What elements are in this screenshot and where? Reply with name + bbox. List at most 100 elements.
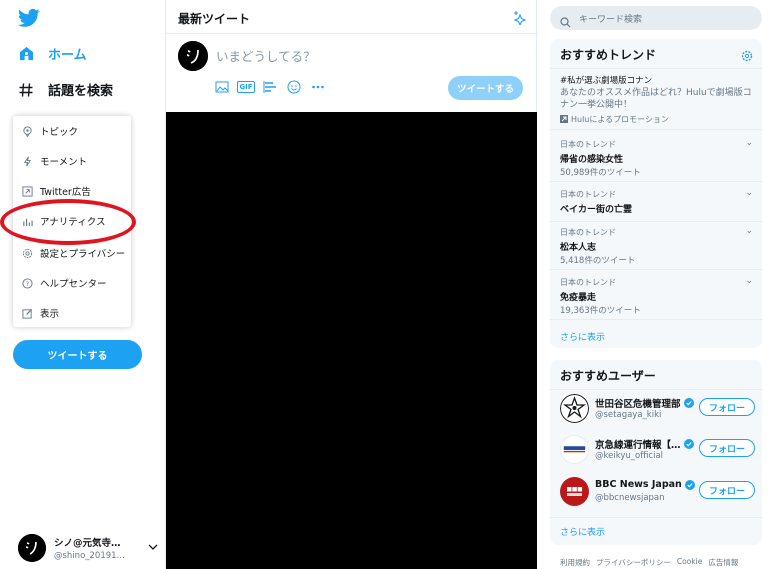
- gif-icon[interactable]: GIF: [237, 79, 255, 95]
- profile-name: シノ@元気寺…: [54, 538, 121, 549]
- account-switcher[interactable]: シノ@元気寺… @shino_20191…: [18, 532, 158, 564]
- follow-button[interactable]: フォロー: [699, 481, 755, 499]
- right-sidebar: キーワード検索 おすすめトレンド #私が選ぶ劇場版コナン あなたのオススメ作品は…: [550, 0, 762, 569]
- promoted-trend-desc: あなたのオススメ作品はどれ？Huluで劇場版コナン一挙公開中！: [560, 88, 752, 110]
- user-row[interactable]: 世田谷区危機管理部 @setagaya_kiki フォロー: [560, 392, 755, 428]
- timeline-header: 最新ツイート: [166, 0, 538, 34]
- divider: [550, 181, 762, 182]
- avatar: [560, 477, 589, 506]
- promoted-label: Huluによるプロモーション: [560, 114, 669, 125]
- topic-icon: [22, 125, 33, 137]
- more-icon[interactable]: [310, 79, 326, 95]
- follow-button[interactable]: フォロー: [699, 398, 755, 416]
- footer-link-privacy[interactable]: プライバシーポリシー: [596, 557, 671, 568]
- trend-context: 日本のトレンド: [560, 278, 616, 287]
- trend-context: 日本のトレンド: [560, 190, 616, 199]
- trends-title: おすすめトレンド: [560, 48, 657, 62]
- users-show-more-link[interactable]: さらに表示: [560, 525, 605, 538]
- twitter-bird-icon[interactable]: [17, 8, 40, 28]
- sidebar-tweet-button[interactable]: ツイートする: [13, 340, 142, 369]
- question-icon: ?: [22, 277, 33, 289]
- divider: [550, 319, 762, 320]
- footer-link-cookie[interactable]: Cookie: [677, 557, 702, 568]
- divider: [550, 517, 762, 518]
- user-row[interactable]: BBC News Japan @bbcnewsjapan フォロー: [560, 475, 755, 511]
- user-handle: @keikyu_official: [595, 451, 664, 461]
- nav-home[interactable]: ホーム: [18, 44, 87, 63]
- external-link-icon: [22, 185, 33, 197]
- gear-icon[interactable]: [741, 47, 753, 62]
- sparkle-icon[interactable]: [510, 9, 527, 27]
- trends-panel: おすすめトレンド #私が選ぶ劇場版コナン あなたのオススメ作品はどれ？Huluで…: [550, 39, 762, 348]
- trend-name[interactable]: ベイカー街の亡霊: [560, 202, 632, 215]
- poll-icon[interactable]: [262, 79, 278, 95]
- search-box[interactable]: キーワード検索: [550, 6, 762, 30]
- divider: [550, 68, 762, 69]
- menu-item-label: モーメント: [40, 157, 88, 168]
- menu-item-moments[interactable]: モーメント: [13, 147, 131, 175]
- page-title: 最新ツイート: [178, 12, 251, 26]
- menu-item-topics[interactable]: トピック: [13, 117, 131, 145]
- user-name: 京急線運行情報【…: [595, 437, 694, 451]
- footer-link-ads[interactable]: 広告情報: [708, 557, 738, 568]
- divider: [550, 221, 762, 222]
- nav-explore[interactable]: 話題を検索: [18, 80, 113, 99]
- profile-text: シノ@元気寺… @shino_20191…: [54, 535, 134, 561]
- search-icon: [560, 13, 571, 27]
- promoted-text: Huluによるプロモーション: [571, 115, 669, 124]
- trend-name[interactable]: 松本人志: [560, 240, 596, 253]
- trend-context: 日本のトレンド: [560, 228, 616, 237]
- trends-show-more-link[interactable]: さらに表示: [560, 330, 605, 343]
- footer-links: 利用規約 プライバシーポリシー Cookie 広告情報: [560, 557, 738, 568]
- chevron-down-icon[interactable]: ⌄: [745, 226, 753, 236]
- composer-tools: GIF: [214, 79, 326, 95]
- left-sidebar: ホーム 話題を検索 トピック モーメント Twitter広告 アナリティクス 設…: [0, 0, 165, 569]
- verified-icon: [683, 439, 694, 449]
- menu-item-help[interactable]: ? ヘルプセンター: [13, 269, 131, 297]
- user-handle: @setagaya_kiki: [595, 410, 662, 420]
- menu-item-label: トピック: [40, 127, 79, 138]
- user-name: BBC News Japan: [595, 479, 695, 490]
- avatar: [178, 41, 208, 71]
- hashtag-icon: [18, 82, 34, 98]
- user-name: 世田谷区危機管理部: [595, 396, 694, 410]
- trend-count: 19,363件のツイート: [560, 306, 641, 316]
- chevron-down-icon[interactable]: ⌄: [745, 276, 753, 286]
- menu-item-label: 設定とプライバシー: [40, 249, 126, 260]
- user-name-text: 京急線運行情報【…: [595, 440, 681, 451]
- user-name-text: 世田谷区危機管理部: [595, 399, 681, 410]
- verified-icon: [683, 398, 694, 408]
- who-to-follow-panel: おすすめユーザー 世田谷区危機管理部 @setagaya_kiki フォロー 京…: [550, 360, 762, 545]
- emoji-icon[interactable]: [286, 79, 302, 95]
- chevron-down-icon[interactable]: ⌄: [745, 188, 753, 198]
- divider: [550, 389, 762, 390]
- promoted-trend-tag[interactable]: #私が選ぶ劇場版コナン: [560, 74, 652, 86]
- svg-text:?: ?: [26, 279, 29, 287]
- menu-item-display[interactable]: 表示: [13, 299, 131, 327]
- user-row[interactable]: 京急線運行情報【… @keikyu_official フォロー: [560, 433, 755, 469]
- divider: [550, 269, 762, 270]
- tweet-composer: いまどうしてる？ GIF ツイートする: [166, 35, 538, 106]
- home-icon: [18, 46, 34, 62]
- avatar: [560, 435, 589, 464]
- menu-item-label: ヘルプセンター: [40, 279, 107, 290]
- nav-home-label: ホーム: [48, 48, 87, 63]
- tweet-input[interactable]: いまどうしてる？: [216, 46, 486, 65]
- search-input[interactable]: キーワード検索: [579, 12, 642, 25]
- user-handle: @bbcnewsjapan: [595, 493, 665, 503]
- timeline-content-redacted: [166, 112, 537, 569]
- edit-icon: [22, 308, 33, 319]
- composer-tweet-button[interactable]: ツイートする: [448, 76, 523, 100]
- gif-label: GIF: [237, 81, 255, 93]
- chevron-down-icon[interactable]: ⌄: [745, 138, 753, 148]
- trend-name[interactable]: 免疫暴走: [560, 290, 596, 303]
- image-icon[interactable]: [214, 79, 230, 95]
- follow-button[interactable]: フォロー: [699, 439, 755, 457]
- verified-icon: [684, 479, 695, 490]
- trend-name[interactable]: 帰省の感染女性: [560, 152, 623, 165]
- nav-explore-label: 話題を検索: [48, 84, 114, 99]
- menu-item-label: Twitter広告: [40, 187, 91, 198]
- avatar: [560, 394, 589, 423]
- footer-link-terms[interactable]: 利用規約: [560, 557, 590, 568]
- trend-count: 5,418件のツイート: [560, 256, 636, 266]
